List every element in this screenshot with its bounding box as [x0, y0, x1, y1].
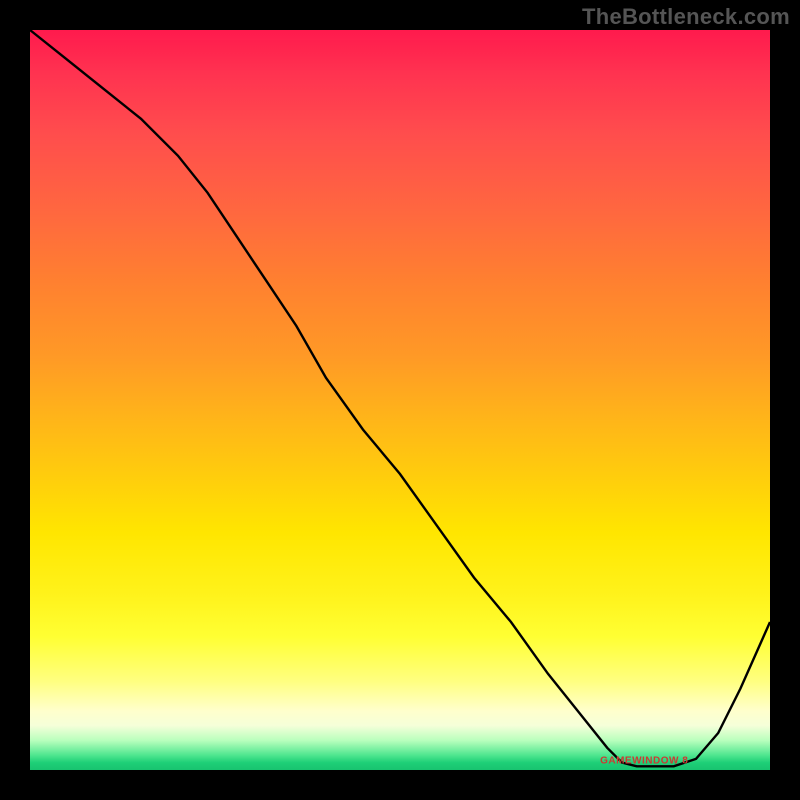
gamewindow-8-label: GAMEWINDOW 8	[600, 756, 688, 767]
chart-svg	[30, 30, 770, 770]
watermark-text: TheBottleneck.com	[582, 4, 790, 30]
bottleneck-curve	[30, 30, 770, 766]
chart-frame: TheBottleneck.com GAMEWINDOW 8	[0, 0, 800, 800]
plot-area: GAMEWINDOW 8	[30, 30, 770, 770]
